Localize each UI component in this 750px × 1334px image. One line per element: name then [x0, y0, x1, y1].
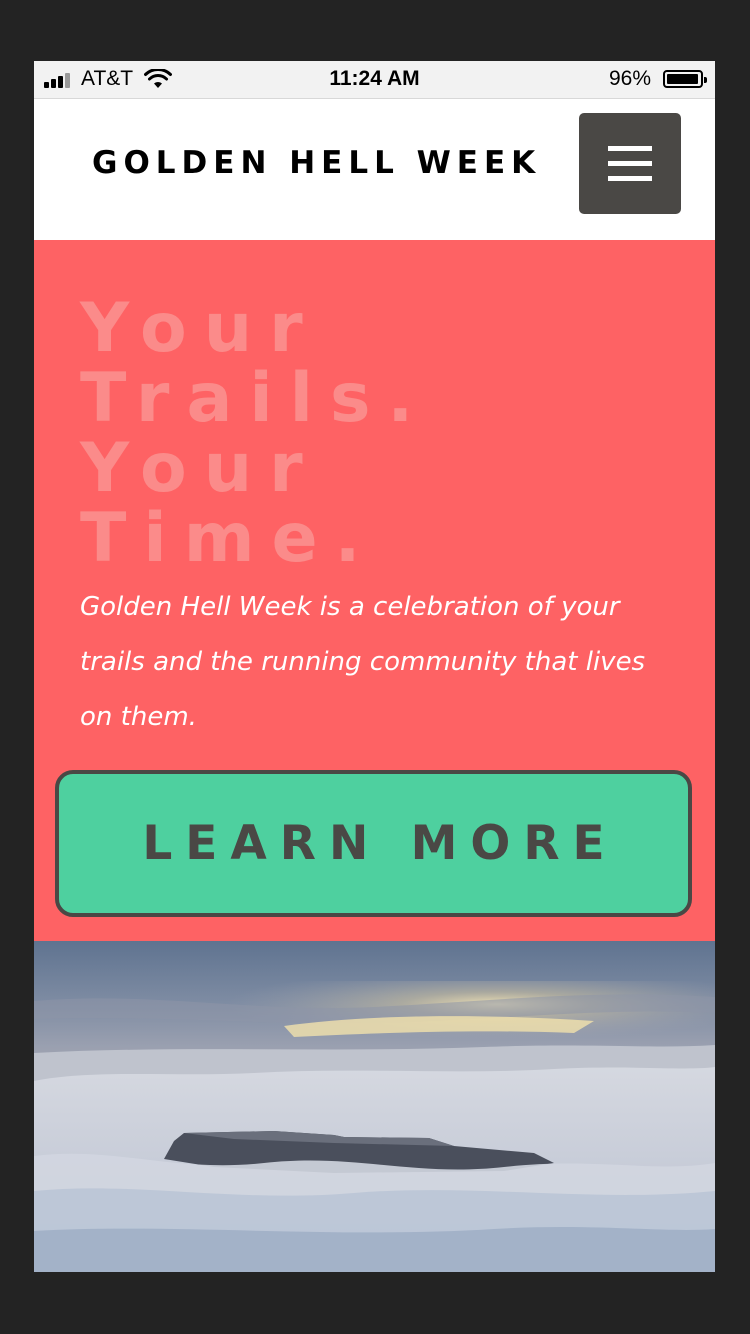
- phone-screen: AT&T 11:24 AM 96% GOLDEN HELL WEEK Your …: [34, 61, 715, 1272]
- site-header: GOLDEN HELL WEEK: [34, 99, 715, 240]
- battery-percentage: 96%: [608, 67, 651, 90]
- sea-of-clouds-photo: [34, 941, 715, 1272]
- learn-more-button[interactable]: LEARN MORE: [55, 770, 692, 917]
- battery-icon: [663, 70, 707, 88]
- site-title[interactable]: GOLDEN HELL WEEK: [92, 145, 541, 181]
- hero-headline: Your Trails. Your Time.: [80, 289, 431, 578]
- menu-button[interactable]: [579, 113, 681, 214]
- hero-description: Golden Hell Week is a celebration of you…: [80, 592, 646, 732]
- status-bar: AT&T 11:24 AM 96%: [34, 61, 715, 99]
- hero-section: Your Trails. Your Time. Golden Hell Week…: [34, 240, 715, 941]
